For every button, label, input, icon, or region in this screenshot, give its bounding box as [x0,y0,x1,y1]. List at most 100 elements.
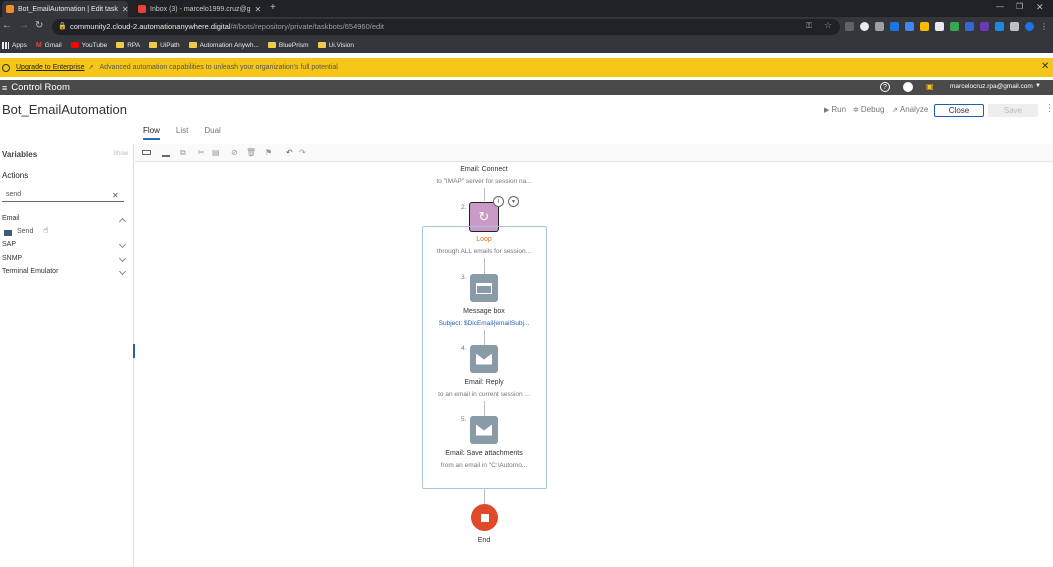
kebab-menu-icon[interactable]: ⋮ [1040,22,1049,31]
extension-icon[interactable] [950,22,959,31]
group-email[interactable]: Email [2,215,20,222]
reload-icon[interactable]: ↻ [35,20,43,31]
insert-icon[interactable] [162,149,170,157]
select-icon[interactable] [142,150,151,155]
upgrade-link[interactable]: Upgrade to Enterprise [16,64,84,71]
node-info-icon[interactable]: i [493,196,504,207]
close-banner-icon[interactable]: ✕ [1041,61,1049,72]
reply-title[interactable]: Email: Reply [434,379,534,386]
extension-icon[interactable] [890,22,899,31]
chevron-up-icon[interactable] [118,217,127,226]
step-number: 3. [461,274,467,281]
message-box-icon[interactable] [470,274,498,302]
redo-icon[interactable]: ↷ [299,149,307,157]
connect-title[interactable]: Email: Connect [434,166,534,173]
run-button[interactable]: ▶ Run [824,105,846,114]
tab-list[interactable]: List [176,126,188,140]
close-tab-icon[interactable]: ✕ [254,5,261,14]
upgrade-banner: Upgrade to Enterprise ↗ Advanced automat… [0,58,1053,77]
email-reply-icon[interactable] [470,345,498,373]
analyze-button[interactable]: ⇗ Analyze [892,105,928,114]
undo-icon[interactable]: ↶ [286,149,294,157]
delete-icon[interactable]: 🗑 [246,149,256,157]
tab-title: Inbox (3) - marcelo1999.cruz@g [150,5,251,13]
bookmark-uipath[interactable]: UiPath [149,42,180,49]
msgbox-subtitle: Subject: $DicEmail{emailSubj... [438,320,530,327]
save-attachments-title[interactable]: Email: Save attachments [424,450,544,457]
paste-icon[interactable]: ▤ [212,149,220,157]
email-save-attachments-icon[interactable] [470,416,498,444]
bookmark-youtube[interactable]: YouTube [70,42,107,49]
close-tab-icon[interactable]: ✕ [122,5,128,14]
cut-icon[interactable]: ✂ [198,149,206,157]
extension-icon[interactable] [920,22,929,31]
extension-icon[interactable] [980,22,989,31]
folder-icon [149,42,158,48]
msgbox-title[interactable]: Message box [434,308,534,315]
url-host: community2.cloud-2.automationanywhere.di… [70,22,231,31]
action-send[interactable]: Send [17,228,33,235]
chevron-down-icon[interactable] [118,254,127,263]
globe-icon[interactable] [903,82,913,92]
browser-tab-gmail[interactable]: Inbox (3) - marcelo1999.cruz@g ✕ [134,1,264,17]
tab-flow[interactable]: Flow [143,126,160,140]
copy-icon[interactable]: ⧉ [180,149,188,157]
user-menu-chevron-icon[interactable]: ▼ [1035,83,1041,89]
close-button[interactable]: Close [934,104,984,117]
extension-icon[interactable] [845,22,854,31]
back-icon[interactable]: ← [2,20,12,31]
forward-icon[interactable]: → [19,20,29,31]
clear-search-icon[interactable]: ✕ [112,191,119,200]
extension-icon[interactable] [905,22,914,31]
bookmark-rpa[interactable]: RPA [116,42,140,49]
bookmark-gmail[interactable]: M Gmail [36,42,62,49]
user-email[interactable]: marcelocruz.rpa@gmail.com [950,83,1033,90]
star-icon[interactable]: ☆ [824,20,832,31]
more-options-icon[interactable]: ⋮ [1045,103,1053,114]
url-field[interactable]: 🔒 community2.cloud-2.automationanywhere.… [52,19,840,35]
bug-icon: ✲ [853,106,859,114]
bookmark-apps[interactable]: Apps [2,41,27,49]
loop-title[interactable]: Loop [434,236,534,243]
end-node-icon[interactable] [471,504,498,531]
puzzle-icon[interactable] [1010,22,1019,31]
extension-icon[interactable] [860,22,869,31]
browser-tab-active[interactable]: Bot_EmailAutomation | Edit task ✕ [2,1,128,17]
debug-button[interactable]: ✲ Debug [853,105,884,114]
chevron-down-icon[interactable] [118,267,127,276]
save-button[interactable]: Save [988,104,1038,117]
email-send-icon [4,230,12,236]
reply-subtitle: to an email in current session ... [438,391,530,398]
bookmark-uivision[interactable]: Ui.Vision [317,42,354,49]
extension-icon[interactable] [875,22,884,31]
new-tab-icon[interactable]: + [270,2,276,13]
flag-icon[interactable]: ⚑ [265,149,273,157]
disable-icon[interactable]: ⊘ [231,149,239,157]
folder-icon [116,42,125,48]
extension-icon[interactable] [965,22,974,31]
bookmark-automation-anywhere[interactable]: Automation Anywh... [188,42,259,49]
restore-icon[interactable]: ❐ [1016,2,1023,11]
help-icon[interactable]: ? [880,82,890,92]
group-snmp[interactable]: SNMP [2,255,22,262]
step-number: 2. [461,204,467,211]
window-close-icon[interactable]: ✕ [1036,2,1044,13]
node-collapse-icon[interactable]: ▼ [508,196,519,207]
tab-dual[interactable]: Dual [204,126,220,140]
folder-icon [188,42,197,48]
extension-icon[interactable] [935,22,944,31]
bookmark-blueprism[interactable]: BluePrism [267,42,309,49]
actions-search-input[interactable]: send [2,188,124,202]
extension-icon[interactable] [995,22,1004,31]
chevron-down-icon[interactable] [118,240,127,249]
group-sap[interactable]: SAP [2,241,16,248]
minimize-icon[interactable]: — [996,2,1004,11]
key-icon[interactable]: ⚿ [806,21,812,31]
profile-avatar-icon[interactable] [1025,22,1034,31]
group-terminal-emulator[interactable]: Terminal Emulator [2,268,58,275]
editor-toolbar: ⧉ ✂ ▤ ⊘ 🗑 ⚑ ↶ ↷ [135,144,1053,162]
url-path: /#/bots/repository/private/taskbots/6549… [230,22,384,31]
hamburger-menu-icon[interactable]: ≡ [2,83,7,93]
show-variables-link[interactable]: Show [113,151,128,157]
notifications-icon[interactable]: ▣ [926,82,936,92]
